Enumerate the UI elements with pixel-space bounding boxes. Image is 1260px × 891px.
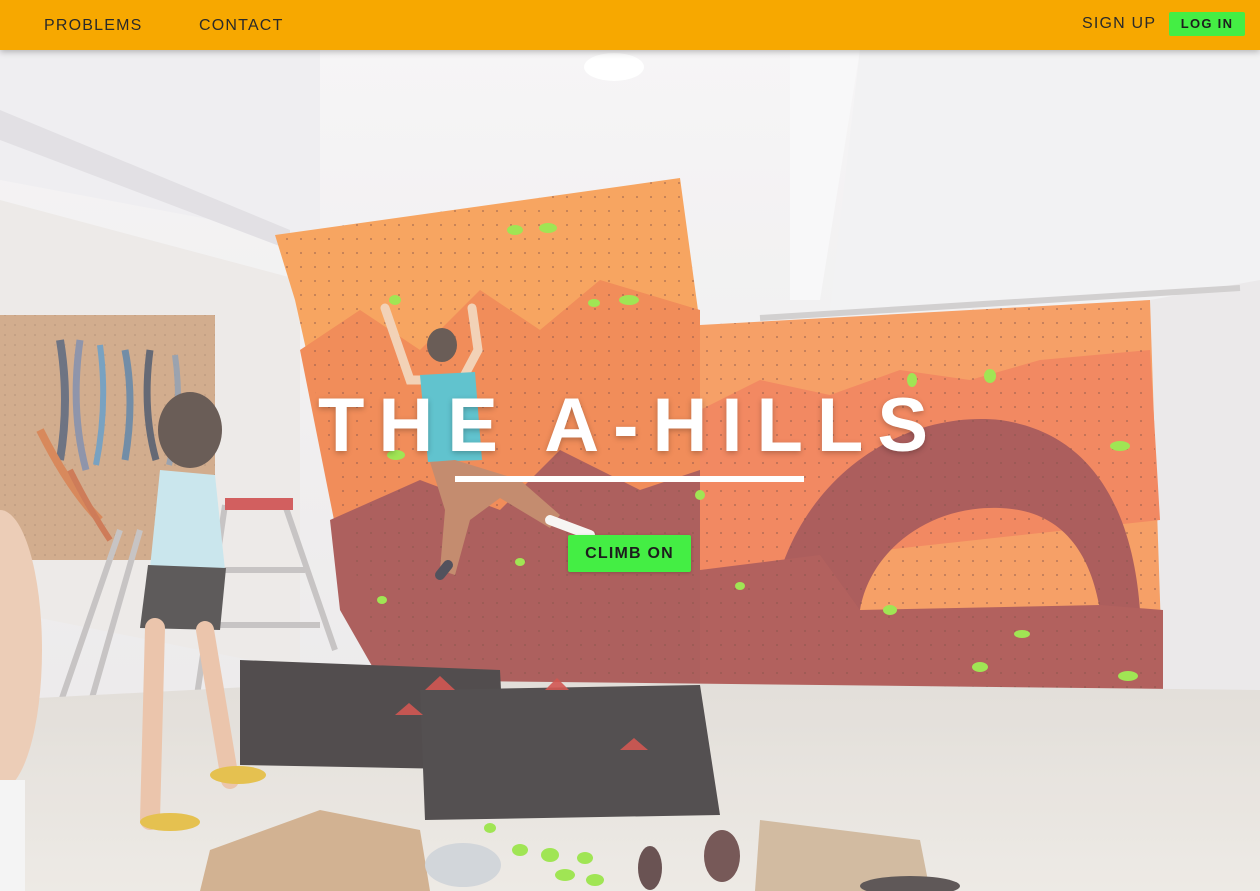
page: PROBLEMS CONTACT SIGN UP LOG IN THE A-HI…: [0, 0, 1260, 891]
top-navbar: PROBLEMS CONTACT SIGN UP LOG IN: [0, 0, 1260, 50]
hero-title: THE A-HILLS: [317, 383, 943, 468]
hero-title-underline: [455, 476, 804, 482]
climb-on-button[interactable]: CLIMB ON: [568, 535, 691, 572]
login-button[interactable]: LOG IN: [1169, 12, 1245, 36]
nav-link-signup[interactable]: SIGN UP: [1082, 15, 1156, 33]
nav-link-problems[interactable]: PROBLEMS: [44, 17, 143, 35]
hero-section: THE A-HILLS CLIMB ON: [0, 50, 1260, 891]
hero-overlay: [0, 50, 1260, 891]
nav-link-contact[interactable]: CONTACT: [199, 17, 284, 35]
